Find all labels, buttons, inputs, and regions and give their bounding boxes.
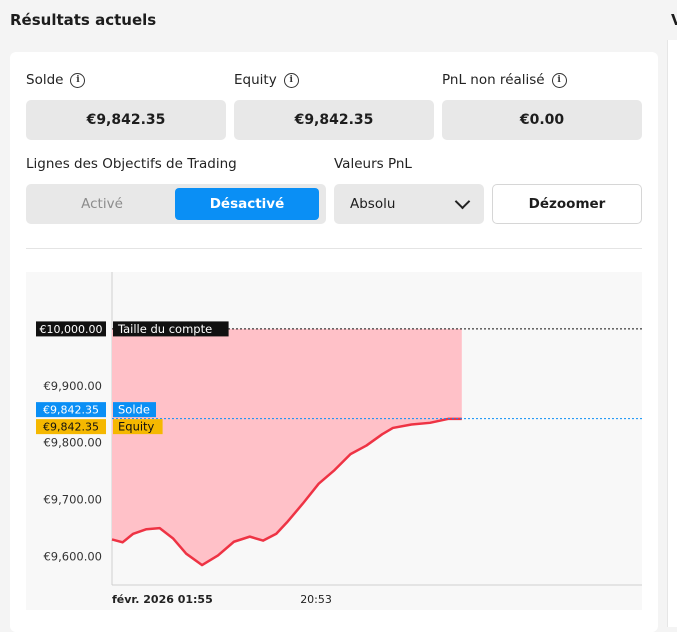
toggle-disabled-option[interactable]: Désactivé [175, 188, 319, 220]
reference-tag-label: Solde [118, 403, 150, 417]
page-title: Résultats actuels [10, 11, 157, 29]
balance-label-text: Solde [26, 72, 64, 88]
pnl-values-label: Valeurs PnL [334, 156, 412, 172]
balance-chart: €9,600.00 €9,700.00 €9,800.00 €9,900.00 févr… [26, 272, 642, 610]
unrealized-pnl-value: €0.00 [442, 100, 642, 140]
y-tick-label: €9,900.00 [43, 379, 102, 393]
unrealized-pnl-label: PnL non réalisé i [442, 72, 567, 88]
section-divider [26, 248, 642, 249]
x-tick-label: févr. 2026 01:55 [112, 593, 213, 606]
clipped-panel-title: V [671, 11, 677, 29]
reference-tag-label: Equity [118, 420, 155, 434]
unrealized-pnl-label-text: PnL non réalisé [442, 72, 545, 88]
y-tick-label: €9,800.00 [43, 436, 102, 450]
info-icon[interactable]: i [551, 72, 567, 88]
toggle-enabled-option[interactable]: Activé [30, 188, 174, 220]
chevron-down-icon [454, 193, 471, 210]
reference-tag-label: Taille du compte [117, 322, 212, 336]
pnl-values-select[interactable]: Absolu [334, 184, 484, 224]
trading-lines-toggle: Activé Désactivé [26, 184, 326, 224]
info-icon[interactable]: i [283, 72, 299, 88]
balance-value: €9,842.35 [26, 100, 226, 140]
x-tick-label: 20:53 [300, 593, 332, 606]
equity-label-text: Equity [234, 72, 277, 88]
info-icon[interactable]: i [70, 72, 86, 88]
balance-label: Solde i [26, 72, 86, 88]
adjacent-panel-edge [667, 40, 677, 627]
trading-lines-label: Lignes des Objectifs de Trading [26, 156, 237, 172]
reference-value-label: €10,000.00 [40, 323, 103, 336]
zoom-out-button[interactable]: Dézoomer [492, 184, 642, 224]
equity-value: €9,842.35 [234, 100, 434, 140]
equity-label: Equity i [234, 72, 299, 88]
y-tick-label: €9,700.00 [43, 493, 102, 507]
y-tick-label: €9,600.00 [43, 550, 102, 564]
reference-value-label: €9,842.35 [43, 421, 99, 434]
pnl-values-selected: Absolu [350, 196, 396, 212]
reference-value-label: €9,842.35 [43, 404, 99, 417]
